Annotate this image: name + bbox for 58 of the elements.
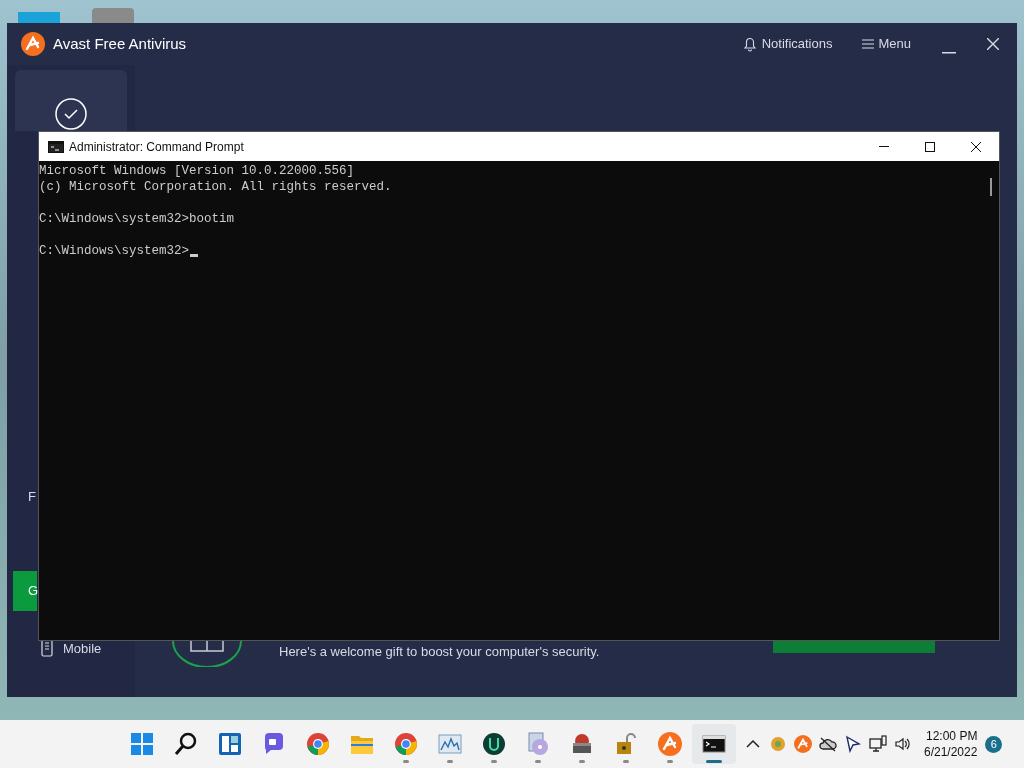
search-icon[interactable] — [174, 732, 198, 756]
close-icon — [971, 141, 981, 152]
running-indicator — [623, 760, 629, 763]
sidebar-item[interactable]: Mobile — [41, 638, 135, 658]
running-indicator — [706, 760, 722, 763]
console-line: C:\Windows\system32> — [39, 243, 190, 259]
console-line: C:\Windows\system32>bootim — [39, 211, 235, 227]
phone-icon — [41, 639, 53, 658]
minimize-icon — [879, 146, 889, 147]
running-indicator — [535, 760, 541, 763]
running-indicator — [667, 760, 673, 763]
padlock-icon[interactable] — [614, 732, 638, 756]
clock[interactable]: 12:00 PM 6/21/2022 — [924, 728, 978, 760]
taskbar-button[interactable] — [692, 724, 736, 764]
running-indicator — [403, 760, 409, 763]
toolbox-icon[interactable] — [570, 732, 594, 756]
speaker-icon[interactable] — [894, 735, 912, 753]
cloud-icon[interactable] — [819, 735, 837, 753]
terminal-icon[interactable] — [702, 732, 726, 756]
avast-icon[interactable] — [794, 735, 812, 753]
gift-badge-icon — [171, 641, 243, 667]
cursor-icon[interactable] — [844, 735, 862, 753]
browser-icon[interactable] — [394, 732, 418, 756]
avast-icon[interactable] — [658, 732, 682, 756]
terminal-icon — [48, 140, 64, 153]
chat-icon[interactable] — [262, 732, 286, 756]
desktop-icon[interactable] — [18, 12, 60, 24]
desktop-icon[interactable] — [92, 8, 134, 24]
checkmark-icon — [55, 98, 87, 130]
console-line: (c) Microsoft Corporation. All rights reserved. — [39, 179, 392, 195]
u-letter-icon[interactable] — [482, 732, 506, 756]
widgets-icon[interactable] — [218, 732, 242, 756]
sidebar-item[interactable]: F — [28, 487, 37, 507]
clock-date: 6/21/2022 — [924, 744, 978, 760]
notification-count[interactable]: 6 — [985, 735, 1003, 753]
window-title: Administrator: Command Prompt — [69, 138, 244, 156]
window-title: Avast Free Antivirus — [53, 33, 187, 54]
upgrade-button[interactable]: G — [13, 570, 37, 611]
maximize-icon — [925, 141, 935, 152]
notifications-button[interactable]: Notifications — [741, 34, 833, 54]
minimize-icon — [942, 52, 956, 54]
running-indicator — [491, 760, 497, 763]
console-line: Microsoft Windows [Version 10.0.22000.556] — [39, 163, 355, 179]
bell-icon — [741, 36, 758, 52]
close-icon — [987, 38, 999, 50]
running-indicator — [579, 760, 585, 763]
avast-logo-icon — [21, 32, 45, 56]
running-indicator — [447, 760, 453, 763]
status-card[interactable] — [15, 70, 127, 131]
menu-icon — [862, 38, 875, 50]
chart-window-icon[interactable] — [438, 732, 462, 756]
scrollbar-thumb[interactable] — [990, 178, 992, 196]
start-icon[interactable] — [130, 732, 154, 756]
welcome-text: Here's a welcome gift to boost your computer's security. — [279, 643, 600, 661]
network-icon[interactable] — [869, 735, 887, 753]
clock-time: 12:00 PM — [926, 728, 978, 744]
menu-button[interactable]: Menu — [862, 34, 911, 54]
browser-icon[interactable] — [306, 732, 330, 756]
